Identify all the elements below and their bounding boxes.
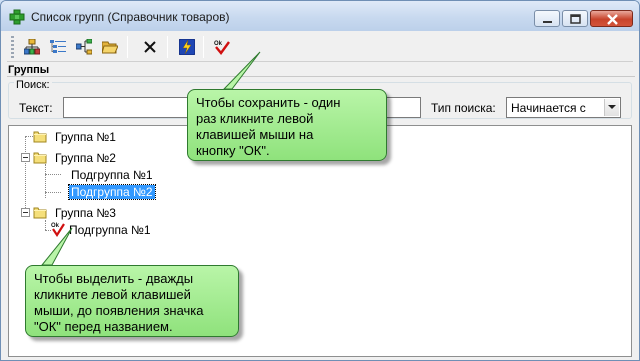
search-legend: Поиск: xyxy=(14,79,52,91)
close-button[interactable] xyxy=(590,10,633,27)
tree-node-label[interactable]: Подгруппа №1 xyxy=(69,168,155,182)
select-hint-line: "ОК" перед названием. xyxy=(34,319,173,334)
window-title: Список групп (Справочник товаров) xyxy=(31,10,230,24)
tree-node-subgroup-1[interactable]: Подгруппа №1 xyxy=(67,167,177,183)
save-hint-line: кнопку "ОК". xyxy=(196,143,270,158)
main-window: Список групп (Справочник товаров) Ok Гру… xyxy=(0,0,640,361)
hierarchy-button[interactable] xyxy=(21,36,43,58)
lightning-icon xyxy=(179,39,195,55)
svg-text:Ok: Ok xyxy=(51,223,60,229)
save-hint-callout: Чтобы сохранить - один раз кликните лево… xyxy=(187,51,387,161)
execute-button[interactable] xyxy=(176,36,198,58)
minimize-button[interactable] xyxy=(534,10,560,27)
save-hint-line: раз кликните левой xyxy=(196,111,314,126)
tree-node-label[interactable]: Группа №1 xyxy=(53,130,118,144)
select-hint-line: кликните левой клавишей xyxy=(34,287,191,302)
tree-node-group-1[interactable]: Группа №1 xyxy=(33,129,163,145)
toolbar: Ok xyxy=(7,32,633,62)
open-button[interactable] xyxy=(99,36,121,58)
title-bar[interactable]: Список групп (Справочник товаров) xyxy=(1,1,639,31)
folder-icon xyxy=(33,207,47,219)
toolbar-separator xyxy=(127,36,128,58)
select-hint-callout: Чтобы выделить - дважды кликните левой к… xyxy=(25,227,239,337)
tree-node-subgroup-2[interactable]: Подгруппа №2 xyxy=(67,184,177,200)
tree-node-group-2[interactable]: Группа №2 xyxy=(33,150,163,166)
select-hint-line: Чтобы выделить - дважды xyxy=(34,271,194,286)
add-node-icon xyxy=(76,39,92,55)
groups-label: Группы xyxy=(8,64,50,76)
app-cross-icon xyxy=(9,9,25,25)
list-view-icon xyxy=(50,40,66,53)
tree-line xyxy=(45,174,61,175)
close-icon xyxy=(607,14,618,25)
tree-node-group-3[interactable]: Группа №3 xyxy=(33,205,163,221)
callout-pointer xyxy=(40,227,73,266)
tree-node-label[interactable]: Подгруппа №1 xyxy=(67,223,153,237)
tree-node-label[interactable]: Группа №2 xyxy=(53,151,118,165)
tree-line xyxy=(45,220,46,230)
select-hint-line: мыши, до появления значка xyxy=(34,303,204,318)
chevron-down-icon xyxy=(608,105,616,109)
ok-button[interactable]: Ok xyxy=(211,36,233,58)
groups-divider xyxy=(7,76,635,77)
toolbar-grip[interactable] xyxy=(11,36,14,58)
search-type-value: Начинается с xyxy=(511,101,586,115)
folder-icon xyxy=(33,152,47,164)
org-chart-icon xyxy=(24,39,40,55)
toolbar-separator xyxy=(203,36,204,58)
svg-text:Ok: Ok xyxy=(214,41,223,47)
callout-pointer xyxy=(222,51,261,90)
tree-expander[interactable] xyxy=(21,153,30,162)
toolbar-separator xyxy=(167,36,168,58)
maximize-icon xyxy=(570,14,581,24)
maximize-button[interactable] xyxy=(562,10,588,27)
search-type-label: Тип поиска: xyxy=(431,101,496,115)
ok-checkmark-icon: Ok xyxy=(51,223,65,237)
tree-node-label[interactable]: Группа №3 xyxy=(53,206,118,220)
minimize-icon xyxy=(543,21,552,23)
select-dropdown-button[interactable] xyxy=(604,99,619,116)
folder-icon xyxy=(33,131,47,143)
save-hint-line: Чтобы сохранить - один xyxy=(196,95,341,110)
list-button[interactable] xyxy=(47,36,69,58)
add-subgroup-button[interactable] xyxy=(73,36,95,58)
delete-button[interactable] xyxy=(139,36,161,58)
tree-line xyxy=(25,136,26,216)
tree-node-label-selected[interactable]: Подгруппа №2 xyxy=(68,184,156,200)
search-type-select[interactable]: Начинается с xyxy=(506,97,621,118)
ok-checkmark-icon: Ok xyxy=(214,41,230,55)
open-folder-icon xyxy=(102,41,118,54)
search-text-label: Текст: xyxy=(19,101,53,115)
tree-expander[interactable] xyxy=(21,208,30,217)
save-hint-line: клавишей мыши на xyxy=(196,127,314,142)
delete-icon xyxy=(144,41,156,53)
tree-line xyxy=(45,192,61,193)
tree-line xyxy=(25,136,33,137)
